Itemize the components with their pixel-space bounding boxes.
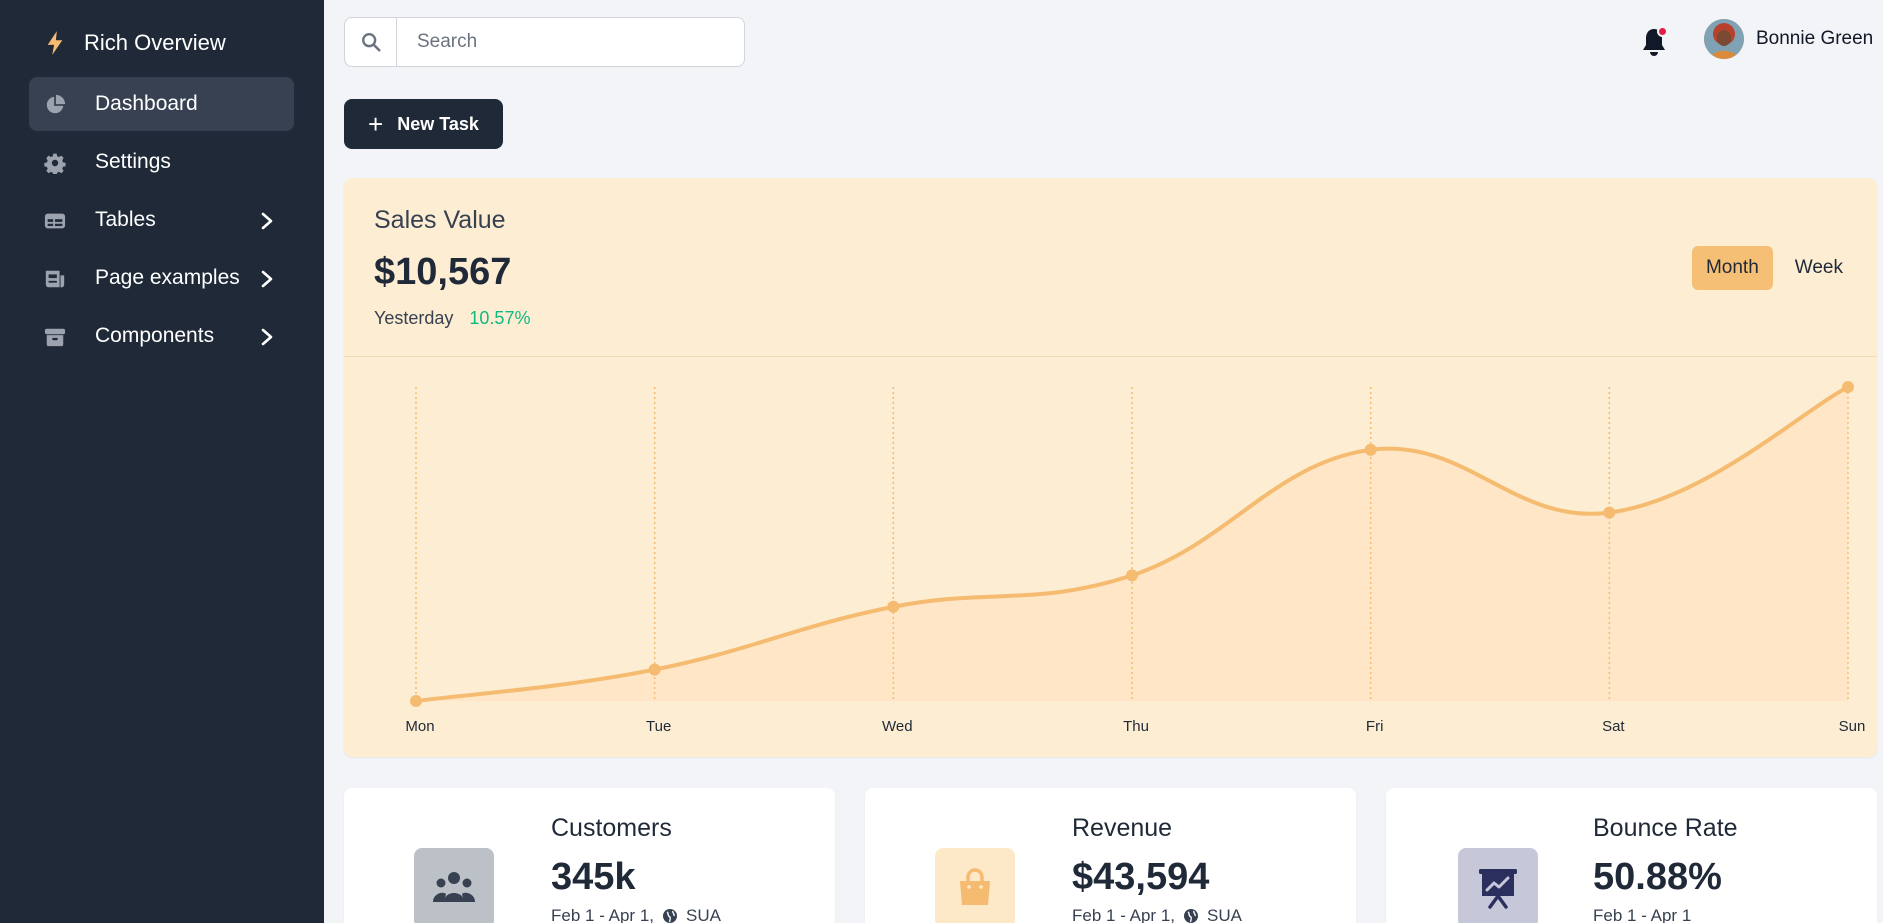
date-range: Feb 1 - Apr 1 xyxy=(1593,906,1692,923)
sidebar-item-label: Settings xyxy=(95,150,171,173)
table-icon xyxy=(44,213,66,229)
region: SUA xyxy=(686,906,721,923)
x-tick-label: Sat xyxy=(1602,718,1625,735)
avatar xyxy=(1704,19,1744,59)
search-input[interactable] xyxy=(397,18,737,66)
stat-value: $43,594 xyxy=(1072,856,1210,898)
stat-icon-box xyxy=(1458,848,1538,923)
sales-chart: Mon Tue Wed Thu Fri Sat Sun xyxy=(405,381,1866,735)
user-name: Bonnie Green xyxy=(1756,28,1874,49)
sidebar-item-label: Tables xyxy=(95,208,156,231)
sales-amount: $10,567 xyxy=(374,251,512,293)
stat-icon-box xyxy=(414,848,494,923)
chart-point-wed[interactable] xyxy=(887,600,900,613)
brand[interactable]: Rich Overview xyxy=(44,30,226,56)
chart-point-tue[interactable] xyxy=(648,663,661,676)
stat-subtitle: Feb 1 - Apr 1 xyxy=(1593,906,1691,923)
archive-icon xyxy=(44,328,66,347)
period-toggle: Month Week xyxy=(1691,246,1857,290)
stat-title: Revenue xyxy=(1072,814,1173,842)
stat-card-revenue: Revenue $43,594 Feb 1 - Apr 1, SUA xyxy=(865,788,1356,923)
sidebar: Rich Overview Dashboard Settings Tables … xyxy=(0,0,324,923)
card-title: Sales Value xyxy=(374,206,506,234)
globe-icon xyxy=(663,909,677,923)
chart-point-sat[interactable] xyxy=(1603,506,1616,519)
chevron-right-icon xyxy=(261,212,273,230)
date-range: Feb 1 - Apr 1, xyxy=(551,906,654,923)
sidebar-nav: Dashboard Settings Tables Page examples … xyxy=(29,77,294,367)
chevron-right-icon xyxy=(261,328,273,346)
presentation-chart-icon xyxy=(1479,869,1517,909)
user-menu[interactable]: Bonnie Green xyxy=(1704,19,1873,59)
stat-value: 345k xyxy=(551,856,636,898)
users-icon xyxy=(433,872,475,902)
region: SUA xyxy=(1207,906,1242,923)
newspaper-icon xyxy=(45,270,65,288)
sidebar-item-label: Dashboard xyxy=(95,92,198,115)
x-tick-label: Thu xyxy=(1123,718,1149,735)
sidebar-item-components[interactable]: Components xyxy=(29,309,294,363)
change-percent: 10.57% xyxy=(469,308,531,328)
user-photo-icon xyxy=(1704,19,1744,59)
chart-point-fri[interactable] xyxy=(1364,443,1377,456)
stat-subtitle: Feb 1 - Apr 1, SUA xyxy=(1072,906,1242,923)
chart-point-thu[interactable] xyxy=(1126,569,1138,582)
sidebar-item-page-examples[interactable]: Page examples xyxy=(29,251,294,305)
notifications-button[interactable] xyxy=(1640,26,1668,58)
search-box xyxy=(344,17,745,67)
chevron-right-icon xyxy=(261,270,273,288)
chart-point-sun[interactable] xyxy=(1842,381,1854,393)
toggle-week-button[interactable]: Week xyxy=(1781,246,1857,290)
stat-card-customers: Customers 345k Feb 1 - Apr 1, SUA xyxy=(344,788,835,923)
x-tick-label: Sun xyxy=(1839,718,1866,735)
shopping-bag-icon xyxy=(960,868,990,905)
brand-title: Rich Overview xyxy=(84,30,226,55)
x-tick-label: Mon xyxy=(405,718,434,735)
plus-icon: + xyxy=(368,109,384,139)
sidebar-item-dashboard[interactable]: Dashboard xyxy=(29,77,294,131)
pie-chart-icon xyxy=(46,94,66,114)
sidebar-item-settings[interactable]: Settings xyxy=(29,135,294,189)
sales-subtitle: Yesterday 10.57% xyxy=(374,308,530,329)
stat-icon-box xyxy=(935,848,1015,923)
x-tick-label: Wed xyxy=(882,718,913,735)
x-tick-label: Fri xyxy=(1366,718,1384,735)
stat-title: Bounce Rate xyxy=(1593,814,1738,842)
lightning-icon xyxy=(47,31,63,55)
sidebar-item-label: Page examples xyxy=(95,266,240,289)
stat-title: Customers xyxy=(551,814,672,842)
new-task-label: New Task xyxy=(397,113,479,134)
globe-icon xyxy=(1184,909,1198,923)
new-task-button[interactable]: + New Task xyxy=(344,99,503,149)
toggle-month-button[interactable]: Month xyxy=(1691,246,1773,290)
period-label: Yesterday xyxy=(374,308,454,328)
search-button[interactable] xyxy=(345,18,397,66)
gear-icon xyxy=(44,153,66,174)
sales-value-card: Sales Value $10,567 Yesterday 10.57% Mon… xyxy=(344,178,1877,757)
stat-subtitle: Feb 1 - Apr 1, SUA xyxy=(551,906,721,923)
sidebar-item-tables[interactable]: Tables xyxy=(29,193,294,247)
notification-badge xyxy=(1657,26,1668,37)
chart-point-mon[interactable] xyxy=(410,695,422,707)
stat-card-bounce-rate: Bounce Rate 50.88% Feb 1 - Apr 1 xyxy=(1386,788,1877,923)
search-icon xyxy=(361,33,381,52)
sidebar-item-label: Components xyxy=(95,324,215,347)
stat-value: 50.88% xyxy=(1593,856,1722,898)
date-range: Feb 1 - Apr 1, xyxy=(1072,906,1175,923)
x-tick-label: Tue xyxy=(646,718,671,735)
